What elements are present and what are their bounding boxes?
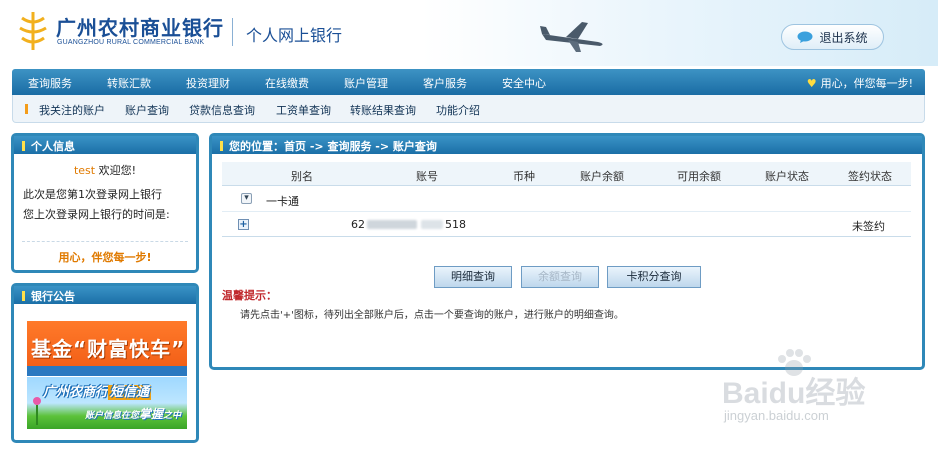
heart-icon: ♥: [806, 77, 817, 90]
redacted-mask: [367, 220, 417, 229]
sign-status: 未签约: [852, 220, 885, 233]
nav-item-investment[interactable]: 投资理财: [186, 75, 230, 91]
motto: 用心，伴您每一步!: [58, 251, 152, 264]
welcome-text: 欢迎您!: [98, 164, 137, 177]
redacted-mask: [421, 220, 443, 229]
personal-info-header: 个人信息: [14, 136, 196, 154]
announcements-panel: 银行公告 基金“财富快车” 广州农商行 短信通 账户信息在您掌握之中: [11, 283, 199, 443]
personal-info-title: 个人信息: [31, 140, 75, 153]
header-divider: [232, 18, 233, 46]
airplane-icon: [540, 22, 603, 52]
nav-item-customer-service[interactable]: 客户服务: [423, 75, 467, 91]
watermark-url: jingyan.baidu.com: [724, 408, 829, 423]
nav-item-account-management[interactable]: 账户管理: [344, 75, 388, 91]
subnav-item-payslip-query[interactable]: 工资单查询: [276, 102, 331, 118]
flower-icon: [33, 397, 41, 425]
subnav-marker: [25, 104, 28, 114]
col-currency: 币种: [513, 170, 535, 183]
announcements-title: 银行公告: [31, 290, 75, 303]
balance-query-button[interactable]: 余额查询: [521, 266, 599, 288]
nav-slogan: ♥ 用心，伴您每一步!: [807, 75, 913, 91]
col-alias: 别名: [291, 170, 313, 183]
sms-banner-title: 广州农商行 短信通: [43, 381, 152, 400]
logout-label: 退出系统: [819, 30, 868, 45]
fund-banner-text: 基金“财富快车”: [31, 337, 186, 361]
account-query-panel: 您的位置：首页 -> 查询服务 -> 账户查询 别名 账号 币种 账户余额 可用…: [209, 133, 925, 370]
main-nav: 查询服务 转账汇款 投资理财 在线缴费 账户管理 客户服务 安全中心 ♥ 用心，伴…: [12, 69, 925, 95]
subnav-item-features[interactable]: 功能介绍: [436, 102, 480, 118]
sms-banner-sub-a: 账户信息在您: [85, 411, 140, 421]
divider: [22, 241, 188, 242]
tip-title: 温馨提示：: [222, 289, 277, 302]
sub-nav: 我关注的账户 账户查询 贷款信息查询 工资单查询 转账结果查询 功能介绍: [12, 95, 925, 123]
col-account-no: 账号: [416, 170, 438, 183]
sms-banner-title-service: 短信通: [108, 385, 152, 400]
subnav-item-account-query[interactable]: 账户查询: [125, 102, 169, 118]
col-status: 账户状态: [765, 170, 809, 183]
nav-slogan-text: 用心，伴您每一步!: [820, 77, 913, 90]
detail-query-button[interactable]: 明细查询: [434, 266, 512, 288]
header-bar: [220, 141, 223, 151]
bank-logo-icon: [19, 12, 47, 50]
table-header: 别名 账号 币种 账户余额 可用余额 账户状态 签约状态: [222, 162, 911, 186]
announcements-header: 银行公告: [14, 286, 196, 304]
personal-info-panel: 个人信息 test 欢迎您! 此次是您第1次登录网上银行 您上次登录网上银行的时…: [11, 133, 199, 273]
account-table: 别名 账号 币种 账户余额 可用余额 账户状态 签约状态 ▾ 一卡通 + 62 5…: [222, 162, 911, 237]
bank-name-cn: 广州农村商业银行: [56, 16, 224, 40]
header: 广州农村商业银行 GUANGZHOU RURAL COMMERCIAL BANK…: [0, 0, 938, 66]
collapse-icon[interactable]: ▾: [241, 193, 252, 204]
username: test: [73, 164, 96, 177]
logout-button[interactable]: 退出系统: [781, 24, 884, 50]
sms-banner-sub-c: 之中: [163, 411, 182, 421]
header-bar: [22, 291, 25, 301]
banner-stripe: [27, 366, 187, 376]
account-number-prefix: 62: [351, 218, 365, 231]
bank-name-en: GUANGZHOU RURAL COMMERCIAL BANK: [57, 39, 205, 46]
sms-banner-subtitle: 账户信息在您掌握之中: [85, 405, 181, 422]
tip-text: 请先点击'+'图标，待列出全部账户后，点击一个要查询的账户，进行账户的明细查询。: [240, 310, 624, 321]
account-group-row[interactable]: ▾ 一卡通: [222, 186, 911, 212]
account-number: 62 518: [351, 218, 466, 231]
sms-banner-sub-b: 掌握: [139, 407, 164, 421]
fund-banner[interactable]: 基金“财富快车”: [27, 321, 187, 376]
nav-item-security[interactable]: 安全中心: [502, 75, 546, 91]
nav-item-transfer[interactable]: 转账汇款: [107, 75, 151, 91]
nav-item-query[interactable]: 查询服务: [28, 75, 72, 91]
system-title: 个人网上银行: [246, 26, 343, 45]
chat-bubble-icon: [797, 31, 813, 43]
last-login: 您上次登录网上银行的时间是:: [23, 208, 170, 221]
subnav-item-loan-query[interactable]: 贷款信息查询: [189, 102, 255, 118]
points-query-button[interactable]: 卡积分查询: [607, 266, 701, 288]
table-row[interactable]: + 62 518 未签约: [222, 212, 911, 237]
login-count: 此次是您第1次登录网上银行: [23, 188, 162, 201]
col-available: 可用余额: [677, 170, 721, 183]
group-name: 一卡通: [266, 195, 299, 208]
nav-item-payment[interactable]: 在线缴费: [265, 75, 309, 91]
header-bar: [22, 141, 25, 151]
col-balance: 账户余额: [580, 170, 624, 183]
account-number-suffix: 518: [445, 218, 466, 231]
subnav-item-watched-accounts[interactable]: 我关注的账户: [39, 102, 105, 118]
greeting: test 欢迎您!: [14, 162, 196, 178]
subnav-item-transfer-result[interactable]: 转账结果查询: [350, 102, 416, 118]
breadcrumb: 您的位置：首页 -> 查询服务 -> 账户查询: [229, 140, 437, 153]
watermark-brand: Baidu经验: [722, 377, 866, 410]
location-header: 您的位置：首页 -> 查询服务 -> 账户查询: [212, 136, 922, 154]
sms-banner-title-bank: 广州农商行: [43, 385, 109, 400]
sms-banner[interactable]: 广州农商行 短信通 账户信息在您掌握之中: [27, 377, 187, 429]
col-sign-status: 签约状态: [848, 170, 892, 183]
expand-icon[interactable]: +: [238, 219, 249, 230]
